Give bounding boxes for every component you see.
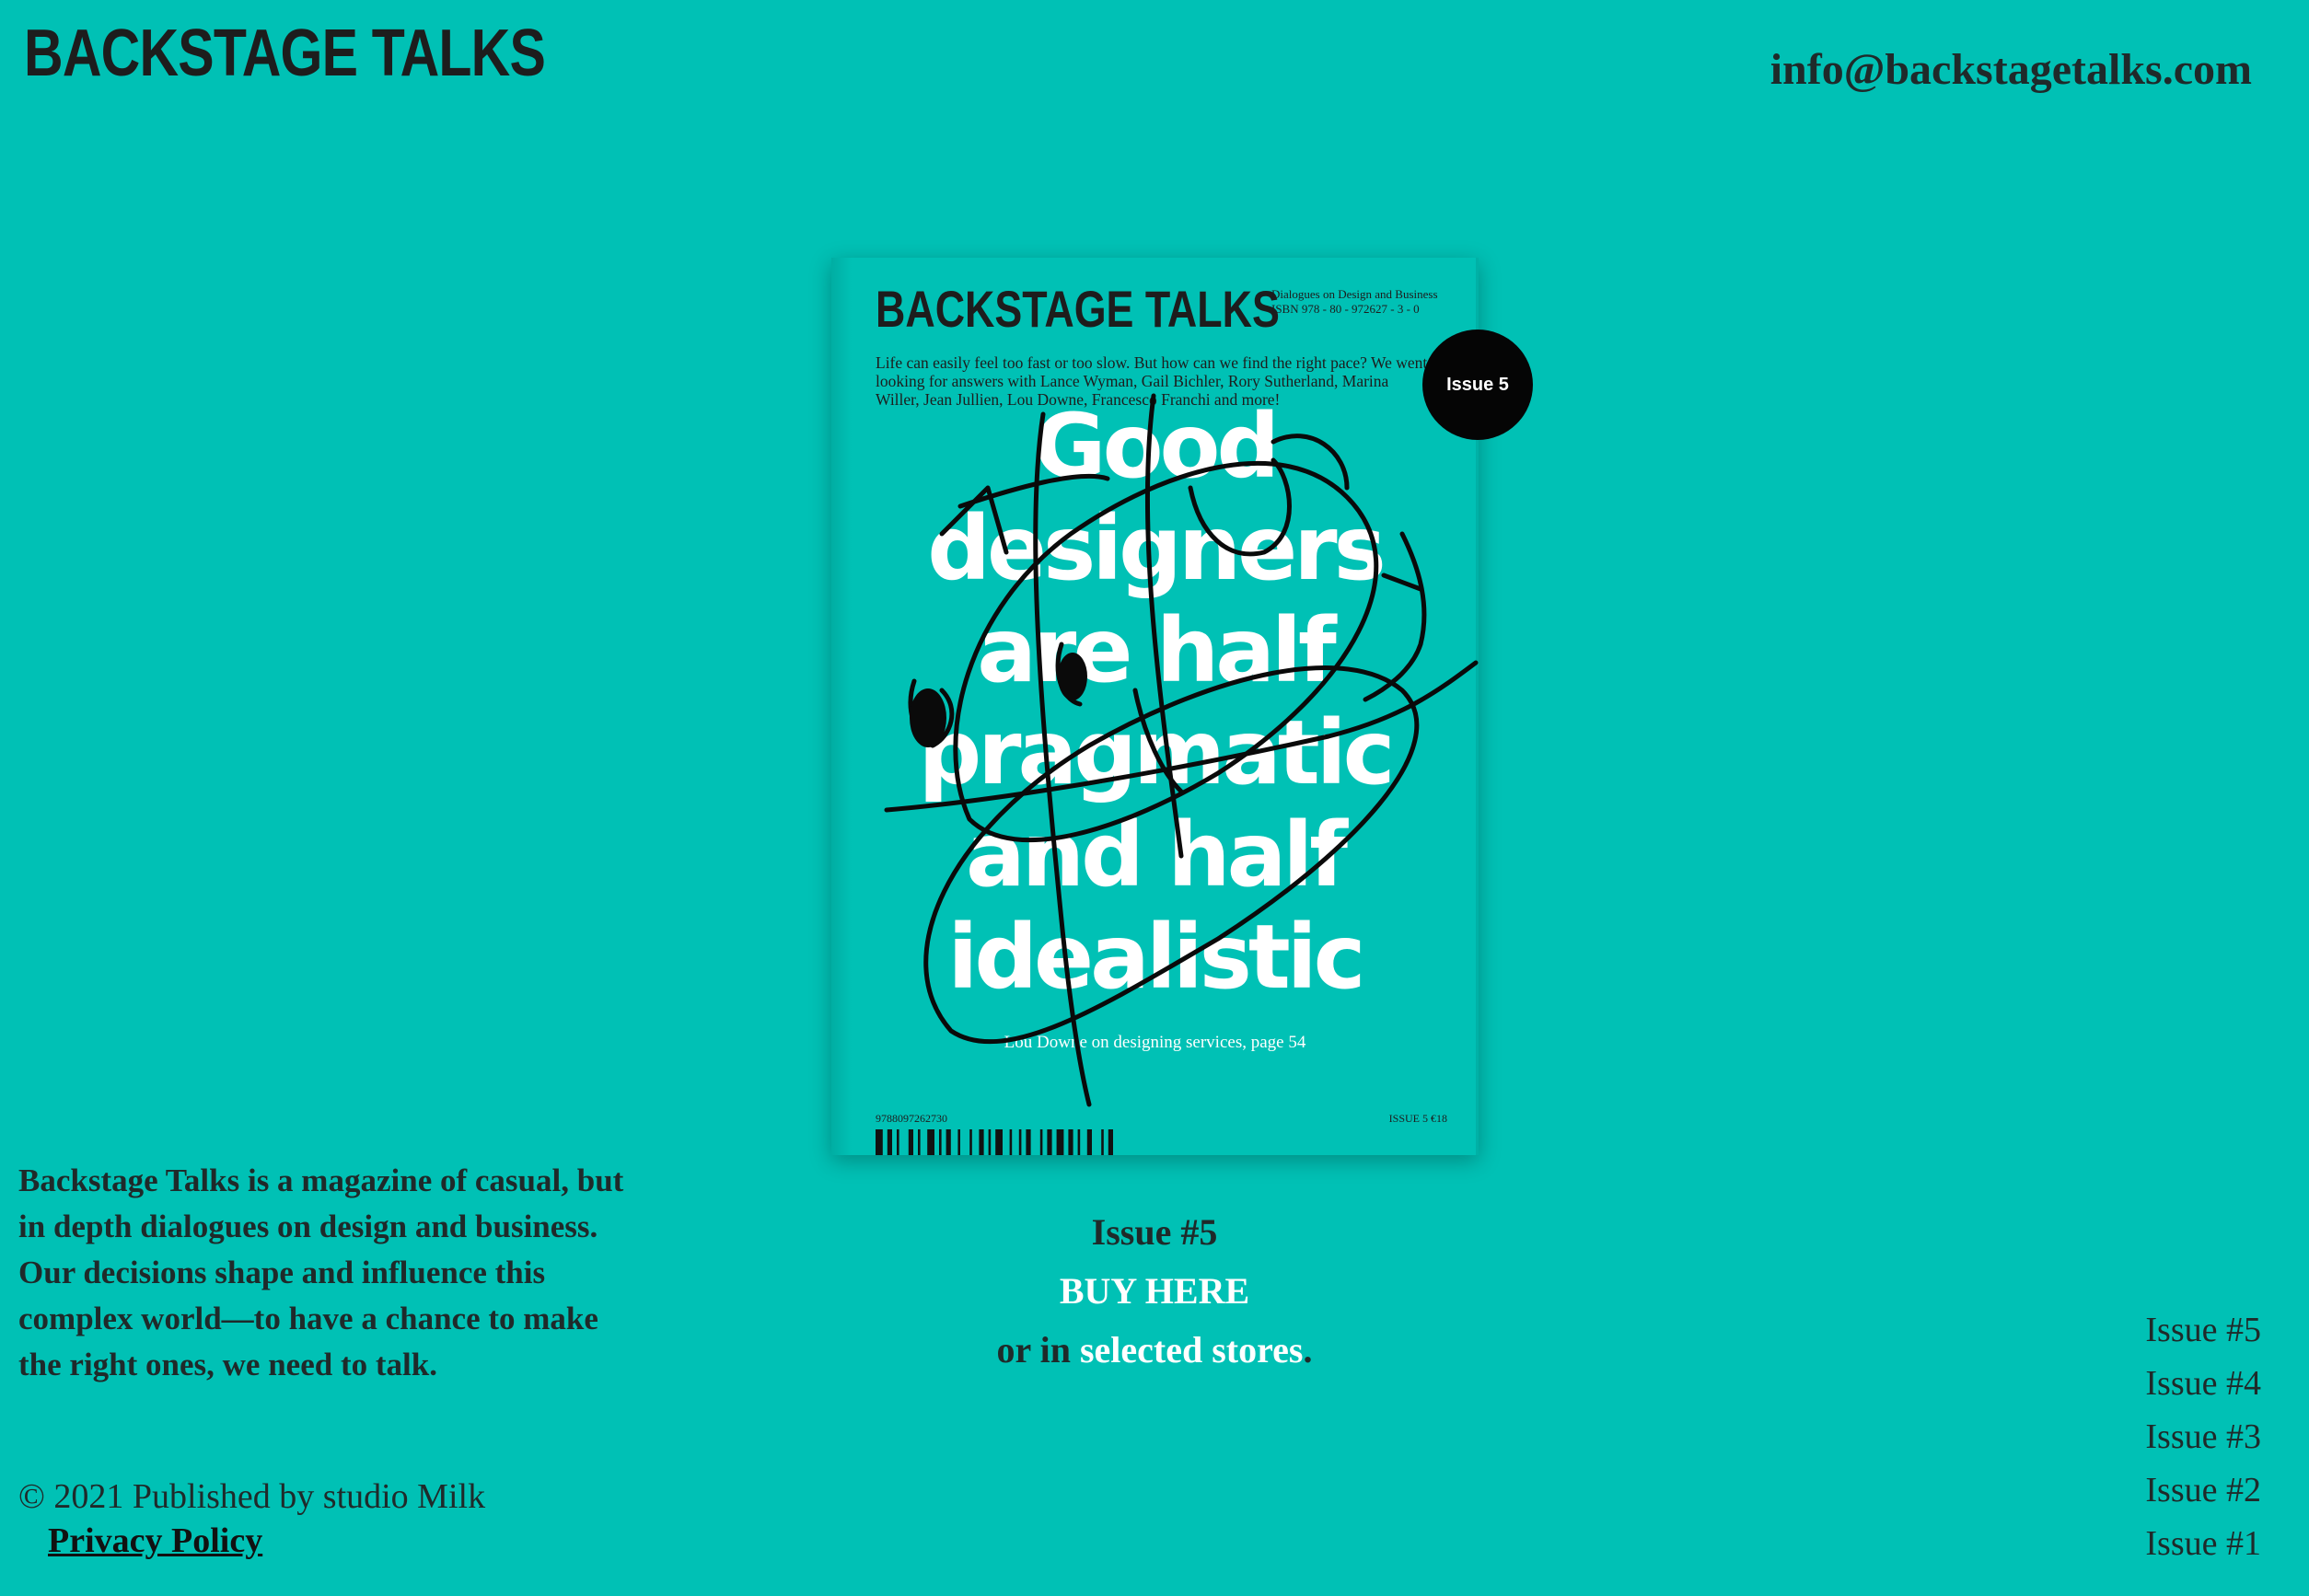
contact-email-link[interactable]: info@backstagetalks.com <box>1770 44 2252 95</box>
copyright: © 2021 Published by studio Milk <box>18 1477 486 1516</box>
stores-suffix: . <box>1303 1329 1313 1370</box>
headline-line: pragmatic <box>918 701 1395 804</box>
barcode-icon <box>876 1129 1113 1155</box>
cover-issue-price: ISSUE 5 €18 <box>1388 1112 1447 1125</box>
cover-credit: Lou Downe on designing services, page 54 <box>1004 1033 1306 1052</box>
magazine-cover: BACKSTAGE TALKS Dialogues on Design and … <box>831 258 1533 1155</box>
cover-barcode-number: 9788097262730 <box>876 1112 947 1125</box>
issue-nav-item[interactable]: Issue #5 <box>2145 1303 2261 1357</box>
headline-line: and half <box>965 804 1348 907</box>
site-logo[interactable]: BACKSTAGE TALKS <box>24 20 546 87</box>
privacy-policy-link[interactable]: Privacy Policy <box>48 1521 262 1561</box>
current-issue-label: Issue #5 <box>1091 1211 1218 1253</box>
issue-nav: Issue #5 Issue #4 Issue #3 Issue #2 Issue #1 <box>2145 1303 2261 1570</box>
issue-info: Issue #5 BUY HERE or in selected stores. <box>970 1203 1339 1380</box>
headline-line: designers <box>927 497 1387 600</box>
issue-nav-item[interactable]: Issue #2 <box>2145 1463 2261 1517</box>
headline-line: idealistic <box>947 906 1365 1009</box>
about-text: Backstage Talks is a magazine of casual,… <box>18 1162 624 1382</box>
cover-headline: Good designers are half pragmatic and half id… <box>831 396 1479 1009</box>
cover-isbn: ISBN 978 - 80 - 972627 - 3 - 0 <box>1271 302 1420 316</box>
stores-prefix: or in <box>996 1329 1080 1370</box>
issue-nav-item[interactable]: Issue #3 <box>2145 1410 2261 1463</box>
headline-line: are half <box>977 599 1336 702</box>
stores-line: or in selected stores. <box>970 1321 1339 1380</box>
selected-stores-link[interactable]: selected stores <box>1080 1329 1304 1370</box>
issue-nav-item[interactable]: Issue #4 <box>2145 1357 2261 1410</box>
cover-meta: Dialogues on Design and Business ISBN 97… <box>1271 287 1438 317</box>
headline-line: Good <box>1033 395 1280 498</box>
cover-title: BACKSTAGE TALKS <box>876 280 1280 338</box>
issue-nav-item[interactable]: Issue #1 <box>2145 1517 2261 1570</box>
buy-here-link[interactable]: BUY HERE <box>970 1262 1339 1321</box>
issue-badge: Issue 5 <box>1422 330 1533 440</box>
cover-subtitle: Dialogues on Design and Business <box>1271 287 1438 301</box>
